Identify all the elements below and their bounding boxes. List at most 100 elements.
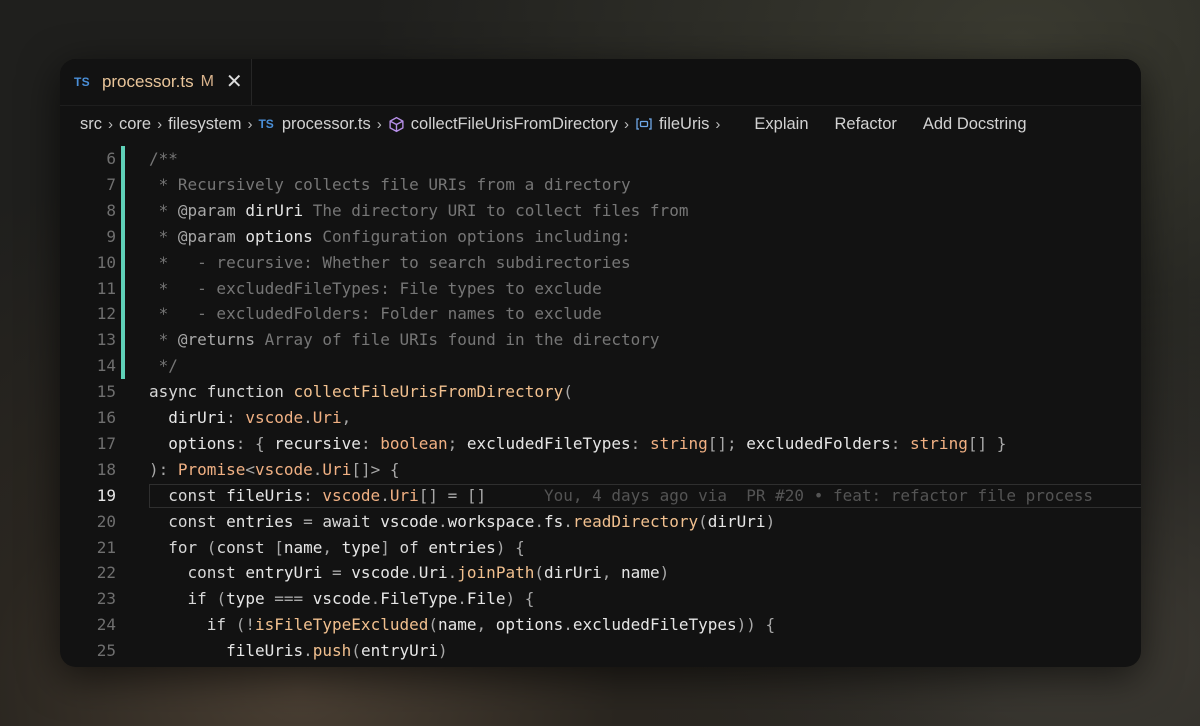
code-token: recursive [274, 433, 361, 453]
code-token: ) [438, 641, 448, 661]
code-line[interactable]: 6 /** [60, 146, 1141, 172]
line-number: 10 [96, 252, 116, 272]
code-token: : [303, 485, 323, 505]
code-token: = [322, 563, 352, 583]
code-editor[interactable]: 6 /** 7 * Recursively collects file URIs f… [60, 142, 1141, 667]
breadcrumb-variable[interactable]: fileUris [659, 115, 709, 134]
code-line[interactable]: 11 * - excludedFileTypes: File types to … [60, 276, 1141, 302]
line-number: 24 [96, 615, 116, 635]
code-text: options: { recursive: boolean; excludedF… [149, 431, 1006, 457]
code-token: . [534, 511, 544, 531]
code-line[interactable]: 7 * Recursively collects file URIs from … [60, 172, 1141, 198]
code-text: * Recursively collects file URIs from a … [149, 172, 631, 198]
code-token: entryUri [360, 641, 438, 661]
code-token: ) [659, 563, 670, 583]
code-line[interactable]: 13 * @returns Array of file URIs found i… [60, 327, 1141, 353]
breadcrumb-folder-filesystem[interactable]: filesystem [168, 115, 241, 134]
code-token: . [303, 408, 313, 427]
code-line[interactable]: 20 const entries = await vscode.workspac… [60, 509, 1141, 535]
line-number: 25 [96, 641, 116, 661]
code-line[interactable]: 9 * @param options Configuration options… [60, 224, 1141, 250]
code-text: * @returns Array of file URIs found in t… [149, 327, 660, 353]
code-token: if [149, 615, 236, 635]
breadcrumb-function[interactable]: collectFileUrisFromDirectory [411, 115, 618, 134]
tab-processor-ts[interactable]: TS processor.ts M ✕ [60, 59, 252, 105]
editor-window: TS processor.ts M ✕ src › core › filesys… [60, 59, 1141, 667]
code-token: . [370, 589, 381, 609]
code-line[interactable]: 18 ): Promise<vscode.Uri[]> { [60, 457, 1141, 483]
code-token: const [149, 511, 227, 531]
chevron-right-icon: › [715, 115, 721, 133]
code-line[interactable]: 15 async function collectFileUrisFromDire… [60, 379, 1141, 405]
code-token: ): [149, 459, 178, 479]
code-token: . [457, 589, 467, 609]
code-token: async function [149, 382, 294, 402]
code-line[interactable]: 22 const entryUri = vscode.Uri.joinPath(… [60, 560, 1141, 586]
code-line[interactable]: 21 for (const [name, type] of entries) { [60, 535, 1141, 561]
code-token: entryUri [245, 563, 323, 583]
code-text: if (!isFileTypeExcluded(name, options.ex… [149, 612, 775, 638]
code-line[interactable]: 16 dirUri: vscode.Uri, [60, 405, 1141, 431]
code-token: === [264, 589, 313, 609]
code-line[interactable]: 25 fileUris.push(entryUri) [60, 638, 1141, 664]
code-token: fileUris [149, 641, 304, 661]
code-line[interactable]: 19 const fileUris: vscode.Uri[] = [] You… [60, 483, 1141, 509]
breadcrumb-folder-core[interactable]: core [119, 115, 151, 134]
code-token: string [649, 433, 708, 453]
line-number: 18 [96, 459, 116, 479]
code-line[interactable]: 26 } [60, 664, 1141, 667]
code-token: . [438, 511, 448, 531]
code-token: of [399, 537, 429, 557]
code-token: : [630, 433, 650, 453]
line-number: 11 [96, 278, 116, 298]
codelens-explain[interactable]: Explain [754, 115, 808, 134]
code-token: )) { [736, 615, 776, 635]
line-number: 19 [96, 485, 116, 505]
code-token: const [149, 485, 227, 505]
tab-title: processor.ts [101, 72, 194, 91]
code-token: Uri [418, 563, 448, 583]
code-line[interactable]: 12 * - excludedFolders: Folder names to … [60, 301, 1141, 327]
chevron-right-icon: › [157, 115, 163, 133]
code-token: options [245, 226, 313, 246]
code-token: , [322, 537, 342, 557]
code-token: @returns [177, 330, 255, 350]
code-token: Array of file URIs found in the director… [254, 330, 660, 350]
code-token: . [447, 563, 458, 583]
line-number: 17 [96, 433, 116, 453]
codelens-add-docstring[interactable]: Add Docstring [923, 115, 1027, 134]
close-icon[interactable]: ✕ [226, 72, 243, 92]
code-token: vscode [322, 485, 381, 505]
code-line[interactable]: 8 * @param dirUri The directory URI to c… [60, 198, 1141, 224]
code-token: ) { [505, 589, 535, 609]
code-line[interactable]: 14 */ [60, 353, 1141, 379]
code-token: options [495, 615, 564, 635]
code-token: * Recursively collects file URIs from a … [149, 174, 631, 194]
code-text: ): Promise<vscode.Uri[]> { [149, 457, 400, 483]
code-line[interactable]: 10 * - recursive: Whether to search subd… [60, 250, 1141, 276]
code-token: . [563, 511, 573, 531]
code-token: joinPath [457, 563, 535, 583]
code-token: . [303, 641, 313, 661]
breadcrumb-file[interactable]: processor.ts [282, 115, 371, 134]
code-text: * @param dirUri The directory URI to col… [149, 198, 689, 224]
code-line[interactable]: 23 if (type === vscode.FileType.File) { [60, 586, 1141, 612]
code-line[interactable]: 24 if (!isFileTypeExcluded(name, options… [60, 612, 1141, 638]
code-token: : [226, 408, 246, 427]
code-token: [] = [] [418, 485, 487, 505]
tab-bar: TS processor.ts M ✕ [60, 59, 1141, 106]
code-token: push [312, 641, 352, 661]
breadcrumb-folder-src[interactable]: src [80, 115, 102, 134]
code-text: * - excludedFolders: Folder names to exc… [149, 301, 602, 327]
code-token: : { [235, 433, 275, 453]
code-token: string [910, 433, 968, 453]
code-line[interactable]: 17 options: { recursive: boolean; exclud… [60, 431, 1141, 457]
codelens-refactor[interactable]: Refactor [835, 115, 897, 134]
code-token: Uri [312, 408, 342, 427]
code-token: type [341, 537, 381, 557]
code-token: entries [226, 511, 294, 531]
line-number: 12 [96, 304, 116, 324]
typescript-file-icon: TS [74, 75, 90, 89]
code-token: isFileTypeExcluded [254, 615, 429, 635]
